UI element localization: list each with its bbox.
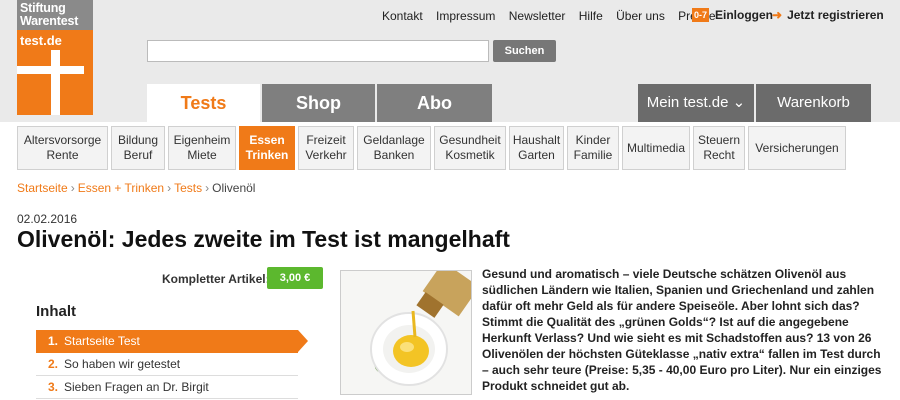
breadcrumb-essen-trinken[interactable]: Essen + Trinken — [78, 181, 164, 195]
breadcrumb-current: Olivenöl — [212, 181, 256, 195]
cat-label: Miete — [187, 148, 217, 162]
site-header: Stiftung Warentest test.de Kontakt Impre… — [0, 0, 900, 122]
tab-warenkorb[interactable]: Warenkorb — [756, 84, 871, 122]
register-link[interactable]: ➜ Jetzt registrieren — [772, 8, 884, 22]
toplink-newsletter[interactable]: Newsletter — [509, 9, 566, 23]
cat-label: Versicherungen — [755, 140, 839, 155]
cat-steuern[interactable]: Steuern Recht — [693, 126, 745, 170]
table-of-contents: 1. Startseite Test 2. So haben wir geteste… — [36, 330, 308, 399]
cat-label: Altersvorsorge — [23, 133, 102, 147]
cat-geldanlage[interactable]: Geldanlage Banken — [357, 126, 431, 170]
cat-label: Banken — [373, 148, 415, 162]
cat-eigenheim[interactable]: Eigenheim Miete — [168, 126, 236, 170]
cat-label: Eigenheim — [173, 133, 231, 147]
buy-article-button[interactable]: 3,00 € — [267, 267, 323, 289]
title-bold: Olivenöl: — [17, 226, 116, 252]
login-icon: 0-7 — [692, 8, 709, 22]
register-label: Jetzt registrieren — [787, 8, 884, 22]
tab-tests[interactable]: Tests — [147, 84, 260, 122]
logo-line2: Warentest — [20, 14, 79, 28]
cat-essen-trinken[interactable]: Essen Trinken — [239, 126, 295, 170]
toplink-impressum[interactable]: Impressum — [436, 9, 495, 23]
search-input[interactable] — [147, 40, 489, 62]
cat-label: Recht — [703, 148, 735, 162]
breadcrumb: Startseite › Essen + Trinken › Tests › Olivenö… — [17, 181, 255, 195]
cat-bildung[interactable]: Bildung Beruf — [111, 126, 165, 170]
toc-num: 1. — [48, 334, 59, 348]
breadcrumb-sep: › — [167, 181, 172, 195]
toplink-kontakt[interactable]: Kontakt — [382, 9, 423, 23]
olive-oil-image — [340, 270, 472, 395]
tab-abo[interactable]: Abo — [377, 84, 492, 122]
cat-multimedia[interactable]: Multimedia — [622, 126, 690, 170]
cat-label: Kinder — [575, 133, 611, 147]
cat-label: Geldanlage — [363, 133, 425, 147]
stiftung-warentest-logo[interactable]: Stiftung Warentest test.de — [17, 0, 93, 115]
toc-label: So haben wir getestet — [64, 357, 181, 371]
cat-versicherungen[interactable]: Versicherungen — [748, 126, 846, 170]
toplink-hilfe[interactable]: Hilfe — [579, 9, 603, 23]
breadcrumb-sep: › — [205, 181, 210, 195]
cat-label: Bildung — [117, 133, 159, 147]
search-button[interactable]: Suchen — [493, 40, 556, 62]
toc-num: 2. — [48, 357, 59, 371]
cat-label: Multimedia — [626, 140, 686, 155]
cat-label: Familie — [573, 148, 613, 162]
cat-label: Beruf — [123, 148, 153, 162]
olive-oil-illustration — [341, 271, 471, 394]
cat-freizeit[interactable]: Freizeit Verkehr — [298, 126, 354, 170]
cat-label: Freizeit — [306, 133, 346, 147]
breadcrumb-tests[interactable]: Tests — [174, 181, 202, 195]
breadcrumb-sep: › — [70, 181, 75, 195]
chevron-down-icon: ⌄ — [732, 94, 746, 111]
tab-mein-label: Mein test.de — [646, 94, 729, 111]
tab-shop[interactable]: Shop — [262, 84, 375, 122]
toc-label: Sieben Fragen an Dr. Birgit — [64, 380, 209, 394]
toc-title: Inhalt — [36, 303, 76, 320]
article-lead: Gesund und aromatisch – viele Deutsche s… — [482, 267, 882, 393]
cat-label: Essen — [249, 133, 285, 147]
toc-item[interactable]: 1. Startseite Test — [36, 330, 308, 353]
breadcrumb-startseite[interactable]: Startseite — [17, 181, 68, 195]
cat-label: Verkehr — [305, 148, 347, 162]
logo-wordmark: Stiftung Warentest — [17, 0, 93, 30]
title-rest: Jedes zweite im Test ist mangelhaft — [115, 226, 510, 252]
cat-haushalt[interactable]: Haushalt Garten — [509, 126, 564, 170]
toc-num: 3. — [48, 380, 59, 394]
cat-altersvorsorge[interactable]: Altersvorsorge Rente — [17, 126, 108, 170]
buy-label: Kompletter Artikel: — [162, 272, 270, 286]
cat-label: Haushalt — [512, 133, 561, 147]
toc-item[interactable]: 3. Sieben Fragen an Dr. Birgit — [36, 376, 298, 399]
cat-label: Steuern — [697, 133, 741, 147]
login-link[interactable]: 0-7 Einloggen — [692, 8, 773, 22]
category-nav: Altersvorsorge Rente Bildung Beruf Eigenhe… — [17, 126, 849, 170]
page-title: Olivenöl: Jedes zweite im Test ist mange… — [17, 226, 510, 253]
cat-kinder[interactable]: Kinder Familie — [567, 126, 619, 170]
tab-mein-test-de[interactable]: Mein test.de ⌄ — [638, 84, 754, 122]
logo-site: test.de — [20, 33, 62, 48]
toplink-ueber-uns[interactable]: Über uns — [616, 9, 665, 23]
cat-gesundheit[interactable]: Gesundheit Kosmetik — [434, 126, 506, 170]
arrow-right-icon: ➜ — [772, 8, 783, 22]
cat-label: Gesundheit — [439, 133, 501, 147]
cat-label: Trinken — [245, 148, 289, 162]
top-links: Kontakt Impressum Newsletter Hilfe Über … — [382, 9, 726, 23]
article-date: 02.02.2016 — [17, 212, 78, 226]
cat-label: Garten — [518, 148, 555, 162]
login-label: Einloggen — [715, 8, 773, 22]
toc-label: Startseite Test — [64, 334, 140, 348]
toc-item[interactable]: 2. So haben wir getestet — [36, 353, 298, 376]
logo-cross-icon — [17, 50, 93, 115]
cat-label: Kosmetik — [445, 148, 495, 162]
cat-label: Rente — [46, 148, 79, 162]
